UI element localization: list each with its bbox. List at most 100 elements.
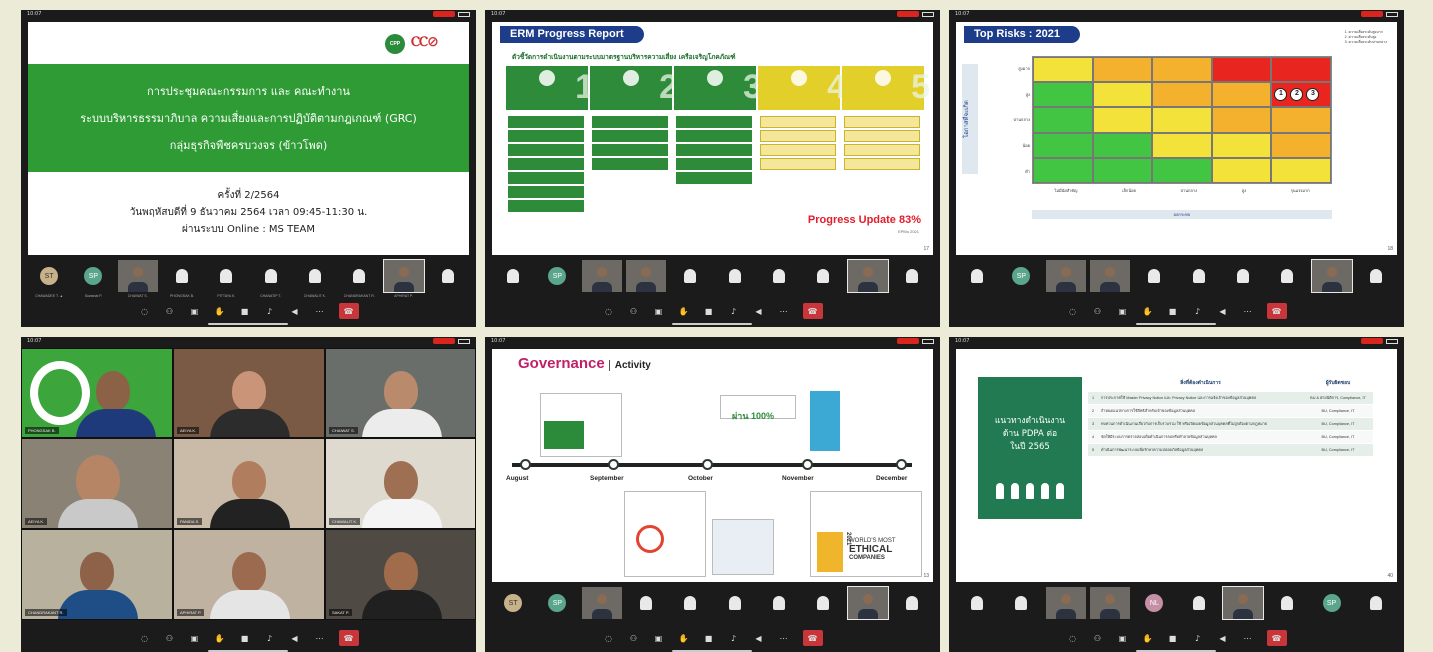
participant-tile[interactable] xyxy=(1045,260,1086,292)
participant-tile[interactable] xyxy=(892,587,932,619)
video-tile[interactable]: CHAWALIT K. xyxy=(325,438,476,529)
share-icon[interactable]: ▣ xyxy=(653,632,665,644)
video-tile[interactable]: PANIDA S. xyxy=(173,438,325,529)
video-tile[interactable]: CHAIWAT S. xyxy=(325,348,476,438)
participant-tile[interactable] xyxy=(957,260,997,292)
participant-tile[interactable] xyxy=(892,260,932,292)
speaker-icon[interactable]: ◀ xyxy=(753,632,765,644)
camera-icon[interactable]: ■ xyxy=(703,305,715,317)
more-icon[interactable]: ⋯ xyxy=(314,632,326,644)
speaker-icon[interactable]: ◀ xyxy=(1217,305,1229,317)
hangup-button[interactable]: ☎ xyxy=(338,303,359,319)
raise-hand-icon[interactable]: ✋ xyxy=(1142,632,1154,644)
hangup-button[interactable]: ☎ xyxy=(1266,630,1287,646)
participant-tile[interactable]: CHANDRAKANT R. xyxy=(339,260,379,298)
people-icon[interactable]: ⚇ xyxy=(1092,305,1104,317)
people-icon[interactable]: ⚇ xyxy=(1092,632,1104,644)
video-tile[interactable]: APHIRAT P. xyxy=(173,529,325,620)
participant-tile[interactable]: PHONGSAK B. xyxy=(162,260,202,298)
chat-icon[interactable]: ◌ xyxy=(603,305,615,317)
mic-icon[interactable]: ♪ xyxy=(264,632,276,644)
participant-tile[interactable] xyxy=(1134,260,1174,292)
participant-tile[interactable] xyxy=(1090,260,1131,292)
participant-tile[interactable] xyxy=(1045,587,1086,619)
participant-tile[interactable]: APHIRAT P. xyxy=(382,259,425,298)
participant-tile[interactable] xyxy=(1223,260,1263,292)
chat-icon[interactable]: ◌ xyxy=(603,632,615,644)
participant-tile[interactable] xyxy=(1310,259,1353,293)
participant-tile[interactable] xyxy=(626,260,667,292)
camera-icon[interactable]: ■ xyxy=(239,305,251,317)
participant-tile[interactable]: CHAIWAT S. xyxy=(117,260,158,298)
raise-hand-icon[interactable]: ✋ xyxy=(1142,305,1154,317)
chat-icon[interactable]: ◌ xyxy=(1067,632,1079,644)
mic-icon[interactable]: ♪ xyxy=(264,305,276,317)
participant-tile[interactable] xyxy=(1267,260,1307,292)
raise-hand-icon[interactable]: ✋ xyxy=(214,632,226,644)
participant-tile[interactable] xyxy=(581,587,622,619)
people-icon[interactable]: ⚇ xyxy=(628,632,640,644)
camera-icon[interactable]: ■ xyxy=(703,632,715,644)
participant-tile[interactable] xyxy=(759,260,799,292)
hangup-button[interactable]: ☎ xyxy=(802,630,823,646)
speaker-icon[interactable]: ◀ xyxy=(289,632,301,644)
participant-tile[interactable]: NL xyxy=(1134,587,1174,619)
participant-tile[interactable]: SP xyxy=(1312,587,1352,619)
participant-tile[interactable] xyxy=(670,587,710,619)
more-icon[interactable]: ⋯ xyxy=(778,305,790,317)
participant-tile[interactable]: SP xyxy=(537,260,577,292)
more-icon[interactable]: ⋯ xyxy=(1242,632,1254,644)
people-icon[interactable]: ⚇ xyxy=(164,305,176,317)
participant-tile[interactable] xyxy=(1179,587,1219,619)
raise-hand-icon[interactable]: ✋ xyxy=(214,305,226,317)
mic-icon[interactable]: ♪ xyxy=(1192,305,1204,317)
participant-tile[interactable]: CHANATIP T. xyxy=(251,260,291,298)
participant-tile[interactable]: ST xyxy=(493,587,533,619)
camera-icon[interactable]: ■ xyxy=(239,632,251,644)
share-icon[interactable]: ▣ xyxy=(1117,632,1129,644)
participant-tile[interactable] xyxy=(803,260,843,292)
participant-tile[interactable] xyxy=(1001,587,1041,619)
camera-icon[interactable]: ■ xyxy=(1167,305,1179,317)
video-tile[interactable]: AEIYA K. xyxy=(21,438,173,529)
mic-icon[interactable]: ♪ xyxy=(728,632,740,644)
share-icon[interactable]: ▣ xyxy=(189,632,201,644)
participant-tile[interactable] xyxy=(1221,586,1264,620)
raise-hand-icon[interactable]: ✋ xyxy=(678,305,690,317)
participant-tile[interactable]: ST CHAWADEE T. ▲ xyxy=(29,260,69,298)
chat-icon[interactable]: ◌ xyxy=(1067,305,1079,317)
hangup-button[interactable]: ☎ xyxy=(802,303,823,319)
speaker-icon[interactable]: ◀ xyxy=(1217,632,1229,644)
more-icon[interactable]: ⋯ xyxy=(314,305,326,317)
participant-tile[interactable]: SP Suwanat P. xyxy=(73,260,113,298)
video-tile[interactable]: AEIYA K. xyxy=(173,348,325,438)
participant-tile[interactable]: SP xyxy=(1001,260,1041,292)
speaker-icon[interactable]: ◀ xyxy=(753,305,765,317)
participant-tile[interactable]: SP xyxy=(537,587,577,619)
participant-tile[interactable] xyxy=(626,587,666,619)
participant-tile[interactable] xyxy=(846,259,889,293)
more-icon[interactable]: ⋯ xyxy=(778,632,790,644)
video-tile[interactable]: CHANDRAKANT R. xyxy=(21,529,173,620)
participant-tile[interactable] xyxy=(1356,587,1396,619)
people-icon[interactable]: ⚇ xyxy=(164,632,176,644)
camera-icon[interactable]: ■ xyxy=(1167,632,1179,644)
participant-tile[interactable] xyxy=(759,587,799,619)
participant-tile[interactable] xyxy=(670,260,710,292)
people-icon[interactable]: ⚇ xyxy=(628,305,640,317)
raise-hand-icon[interactable]: ✋ xyxy=(678,632,690,644)
video-tile[interactable]: PHONGSAK B. xyxy=(21,348,173,438)
participant-tile[interactable] xyxy=(715,587,755,619)
more-icon[interactable]: ⋯ xyxy=(1242,305,1254,317)
mic-icon[interactable]: ♪ xyxy=(1192,632,1204,644)
share-icon[interactable]: ▣ xyxy=(1117,305,1129,317)
mic-icon[interactable]: ♪ xyxy=(728,305,740,317)
participant-tile[interactable] xyxy=(715,260,755,292)
participant-tile[interactable] xyxy=(428,260,468,292)
participant-tile[interactable] xyxy=(1179,260,1219,292)
share-icon[interactable]: ▣ xyxy=(653,305,665,317)
video-tile[interactable]: SAKAT P. xyxy=(325,529,476,620)
hangup-button[interactable]: ☎ xyxy=(338,630,359,646)
participant-tile[interactable] xyxy=(846,586,889,620)
participant-tile[interactable] xyxy=(493,260,533,292)
